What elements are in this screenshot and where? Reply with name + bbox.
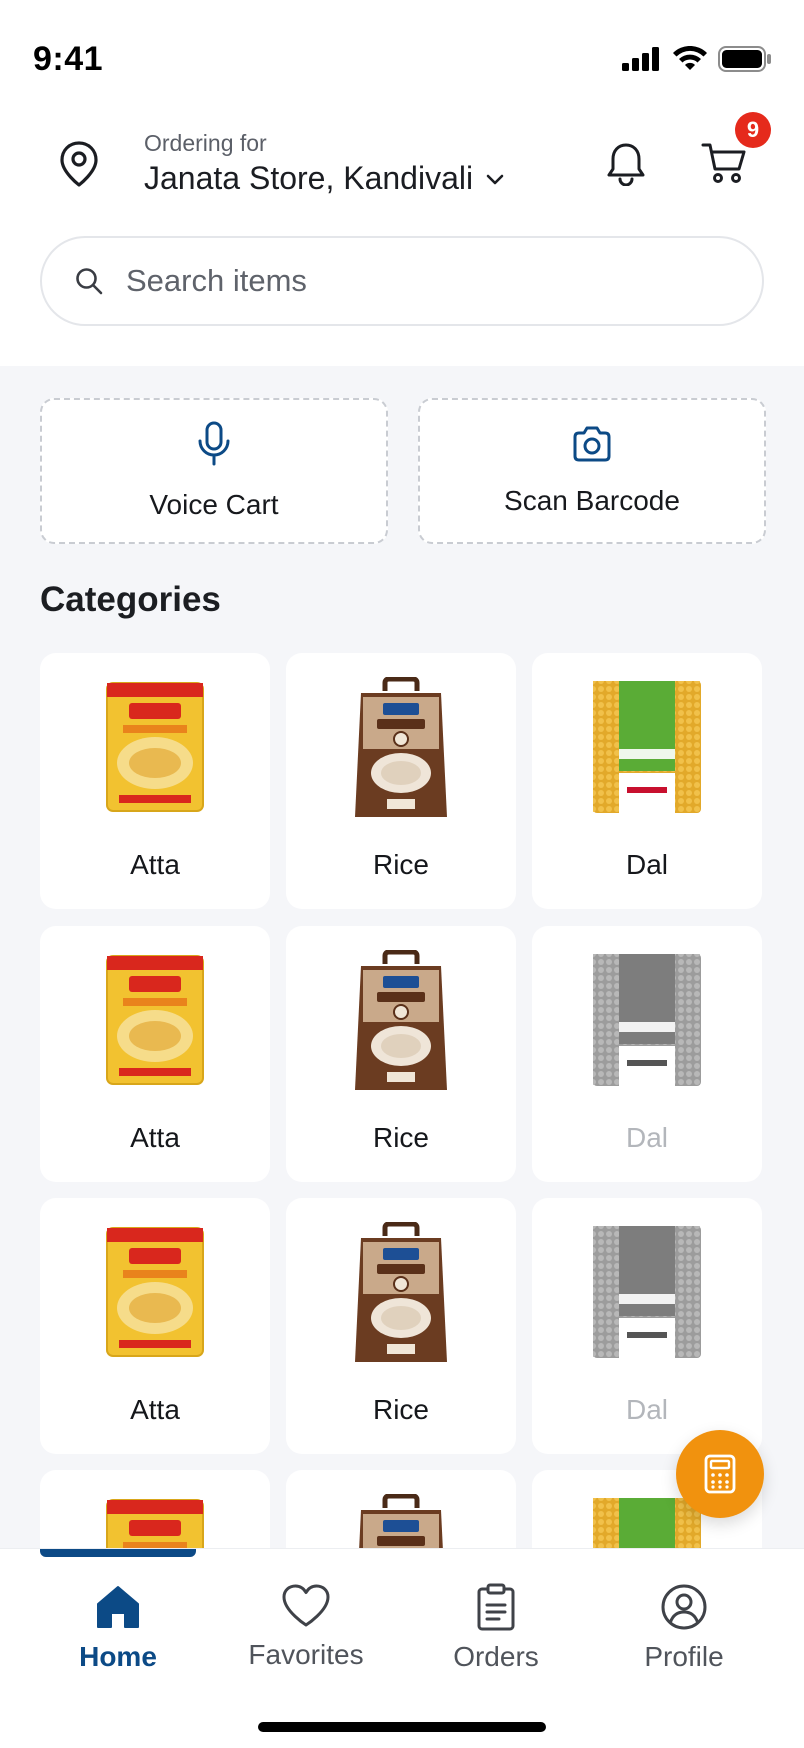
category-label: Dal xyxy=(625,849,668,880)
status-icons xyxy=(622,46,772,72)
voice-cart-label: Voice Cart xyxy=(149,489,279,520)
atta-pack-icon xyxy=(101,1222,209,1367)
home-icon xyxy=(97,1586,139,1628)
calculator-button[interactable] xyxy=(676,1430,764,1518)
categories-heading: Categories xyxy=(40,580,221,619)
nav-home-label: Home xyxy=(79,1641,157,1672)
search-box[interactable] xyxy=(40,236,764,326)
category-label: Atta xyxy=(130,1394,180,1425)
category-card-rice[interactable]: Rice xyxy=(286,926,516,1182)
category-label: Rice xyxy=(372,1122,429,1153)
store-name: Janata Store, Kandivali xyxy=(144,160,474,196)
header: Ordering for Janata Store, Kandivali 9 xyxy=(0,110,804,366)
category-label: Dal xyxy=(625,1122,668,1153)
category-label: Dal xyxy=(625,1394,668,1425)
store-selector[interactable]: Janata Store, Kandivali xyxy=(144,160,505,197)
category-card-dal[interactable]: Dal xyxy=(532,653,762,909)
status-time: 9:41 xyxy=(33,40,104,78)
category-label: Atta xyxy=(130,849,180,880)
category-card-atta[interactable]: Atta xyxy=(40,653,270,909)
voice-cart-button[interactable]: Voice Cart xyxy=(40,398,388,544)
dal-pack-icon xyxy=(589,677,705,822)
search-input[interactable] xyxy=(126,263,686,299)
nav-orders-label: Orders xyxy=(453,1641,539,1672)
category-card-atta[interactable]: Atta xyxy=(40,926,270,1182)
home-indicator xyxy=(258,1722,546,1732)
nav-favorites[interactable]: Favorites xyxy=(216,1583,396,1671)
nav-profile-label: Profile xyxy=(644,1641,724,1672)
category-card-rice[interactable]: Rice xyxy=(286,653,516,909)
heart-icon xyxy=(282,1584,330,1627)
calculator-icon xyxy=(704,1454,736,1494)
bell-icon[interactable] xyxy=(604,140,648,186)
nav-home[interactable]: Home xyxy=(28,1583,208,1673)
profile-icon xyxy=(661,1584,707,1630)
nav-orders[interactable]: Orders xyxy=(406,1583,586,1673)
chevron-down-icon xyxy=(486,174,504,184)
rice-bag-icon xyxy=(347,676,455,830)
scan-barcode-label: Scan Barcode xyxy=(504,485,680,516)
wifi-icon xyxy=(673,46,707,70)
category-label: Rice xyxy=(372,1394,429,1425)
rice-bag-icon xyxy=(347,949,455,1103)
rice-bag-icon xyxy=(347,1221,455,1375)
atta-pack-icon xyxy=(101,950,209,1095)
status-bar: 9:41 xyxy=(0,0,804,110)
clipboard-icon xyxy=(477,1583,515,1631)
nav-profile[interactable]: Profile xyxy=(594,1583,774,1673)
category-card-dal[interactable]: Dal xyxy=(532,1198,762,1454)
microphone-icon xyxy=(198,421,230,466)
camera-icon xyxy=(573,426,611,462)
nav-active-indicator xyxy=(40,1549,196,1557)
ordering-for-label: Ordering for xyxy=(144,130,267,156)
bottom-navigation: Home Favorites Orders Profile xyxy=(0,1548,804,1748)
category-label: Rice xyxy=(372,849,429,880)
location-pin-icon xyxy=(60,141,98,187)
cart-icon[interactable] xyxy=(700,140,748,186)
category-card-dal[interactable]: Dal xyxy=(532,926,762,1182)
search-icon xyxy=(76,268,103,295)
battery-icon xyxy=(718,46,771,72)
dal-pack-icon xyxy=(589,1222,705,1367)
atta-pack-icon xyxy=(101,677,209,822)
cart-count-badge: 9 xyxy=(735,112,771,148)
category-card-atta[interactable]: Atta xyxy=(40,1198,270,1454)
nav-favorites-label: Favorites xyxy=(248,1639,364,1670)
dal-pack-icon xyxy=(589,950,705,1095)
category-card-rice[interactable]: Rice xyxy=(286,1198,516,1454)
scan-barcode-button[interactable]: Scan Barcode xyxy=(418,398,766,544)
category-label: Atta xyxy=(130,1122,180,1153)
cellular-signal-icon xyxy=(622,47,659,71)
